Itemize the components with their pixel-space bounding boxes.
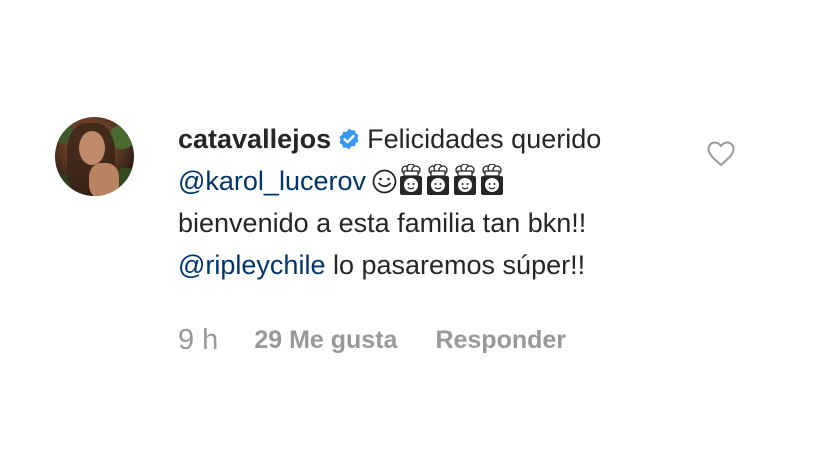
heart-outline-icon[interactable] xyxy=(707,141,735,167)
chef-emoji-icon xyxy=(481,164,503,195)
username-link[interactable]: catavallejos xyxy=(178,124,331,154)
chef-emoji-icon xyxy=(454,164,476,195)
comment-line-3: bienvenido a esta familia tan bkn!! xyxy=(178,202,678,244)
comment-meta: 9 h 29 Me gusta Responder xyxy=(178,323,566,359)
mention-link[interactable]: @karol_lucerov xyxy=(178,166,366,196)
comment-body: catavallejos Felicidades querido @karol_… xyxy=(178,118,678,286)
reply-button[interactable]: Responder xyxy=(435,326,566,355)
chef-emoji-icon xyxy=(400,164,422,195)
comment-line-2: @karol_lucerov xyxy=(178,160,678,202)
comment-text: lo pasaremos súper!! xyxy=(325,250,586,280)
timestamp: 9 h xyxy=(178,323,219,356)
comment-line-4: @ripleychile lo pasaremos súper!! xyxy=(178,244,678,286)
mention-link[interactable]: @ripleychile xyxy=(178,250,325,280)
comment-text: bienvenido a esta familia tan bkn!! xyxy=(178,208,587,238)
comment: catavallejos Felicidades querido @karol_… xyxy=(0,0,830,467)
comment-line-1: catavallejos Felicidades querido xyxy=(178,118,678,160)
comment-text: Felicidades querido xyxy=(367,124,602,154)
smile-emoji-icon xyxy=(372,169,397,194)
likes-count-button[interactable]: 29 Me gusta xyxy=(254,326,397,355)
verified-badge-icon xyxy=(339,128,359,150)
chef-emoji-icon xyxy=(427,164,449,195)
avatar[interactable] xyxy=(55,117,134,196)
